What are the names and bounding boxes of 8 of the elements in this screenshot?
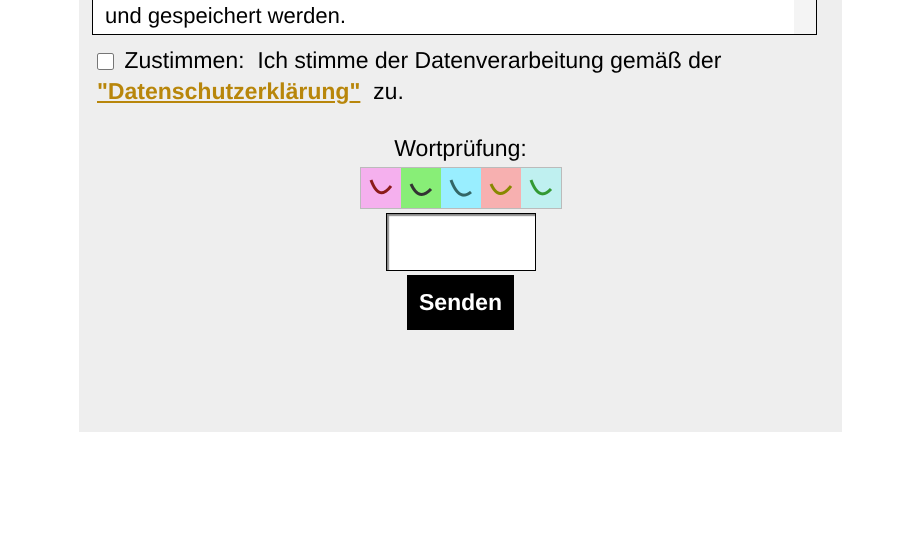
captcha-label: Wortprüfung: [394,134,527,163]
message-field[interactable]: und gespeichert werden. [92,0,817,35]
send-button[interactable]: Senden [406,275,514,330]
captcha-answer-field[interactable] [386,213,536,271]
consent-text: Ich stimme der Datenverarbeitung gemäß der [257,47,722,73]
consent-checkbox[interactable] [97,53,114,70]
consent-label: Zustimmen: [124,47,245,73]
consent-text: zu. [373,78,404,104]
